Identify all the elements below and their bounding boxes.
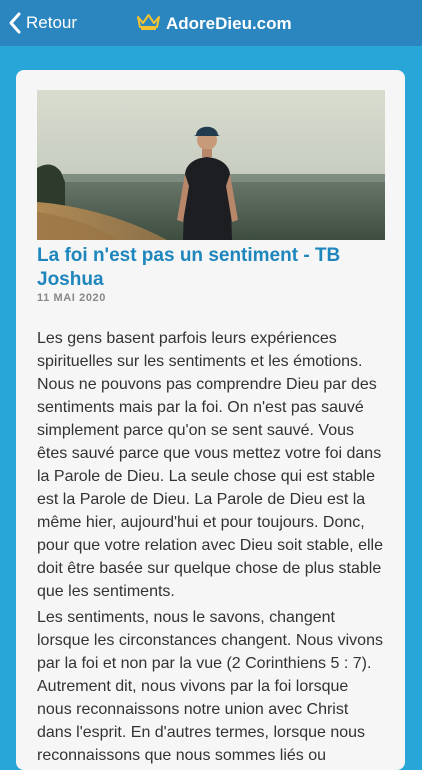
article-title: La foi n'est pas un sentiment - TB Joshu… (37, 245, 341, 290)
article-body: Les gens basent parfois leurs expérience… (37, 327, 387, 770)
chevron-left-icon (8, 11, 22, 35)
brand-name: AdoreDieu.com (166, 14, 292, 33)
back-label: Retour (26, 13, 78, 32)
article-hero-image (37, 90, 385, 240)
brand-logo: AdoreDieu.com (136, 12, 292, 36)
top-bar: Retour AdoreDieu.com (0, 0, 422, 46)
article-date: 11 MAI 2020 (37, 292, 106, 304)
article-card: La foi n'est pas un sentiment - TB Joshu… (16, 70, 405, 770)
article-paragraph: Les sentiments, nous le savons, changent… (37, 609, 383, 764)
article-paragraph: Les gens basent parfois leurs expérience… (37, 330, 383, 600)
back-button[interactable]: Retour (8, 9, 77, 37)
crown-icon (136, 13, 161, 35)
